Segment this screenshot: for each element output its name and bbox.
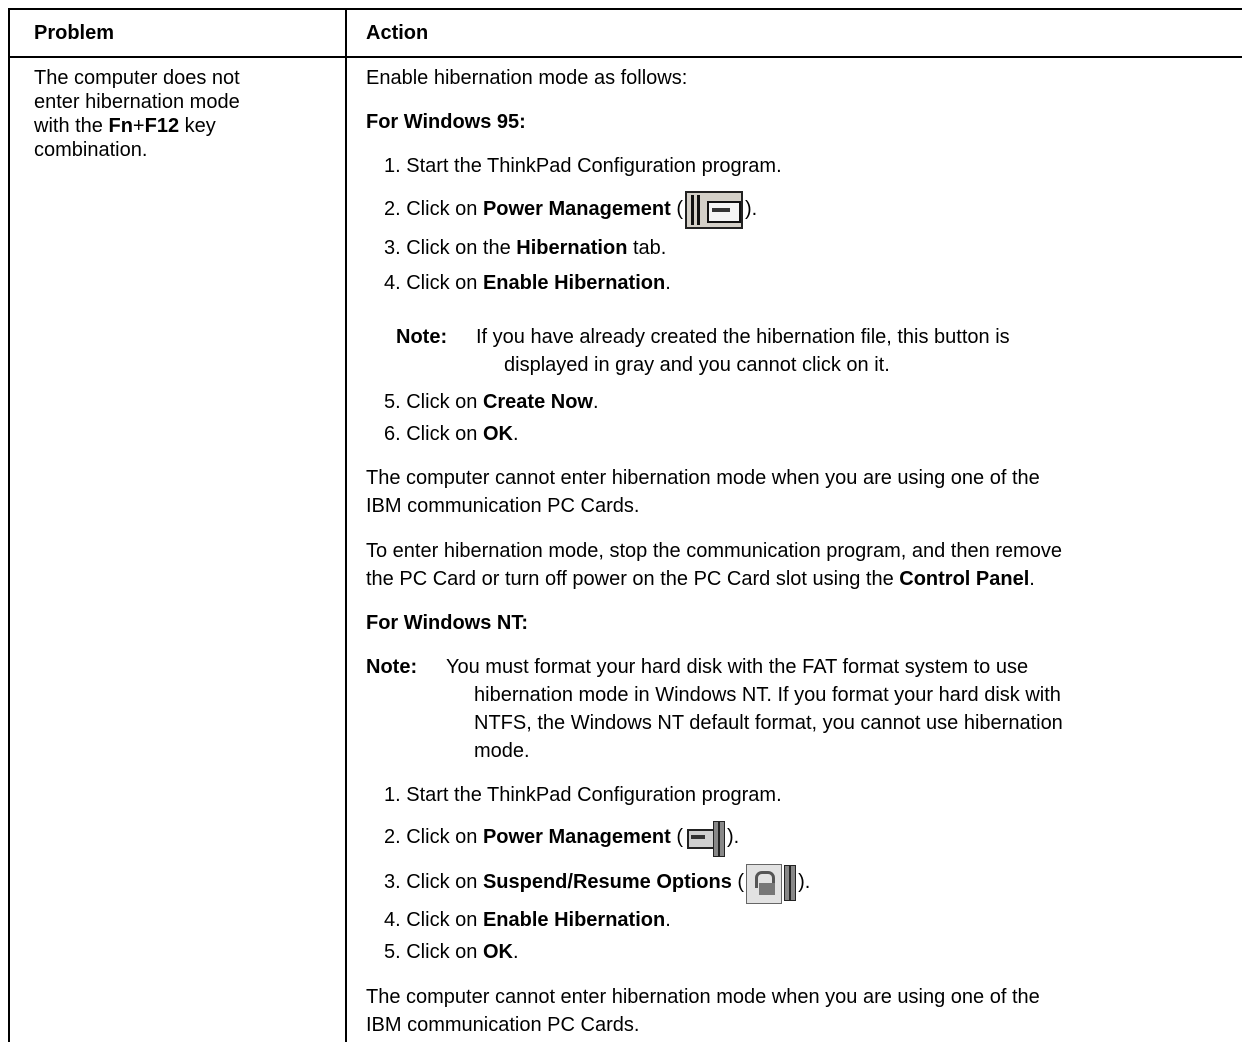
troubleshooting-table: Problem Action The computer does not ent… — [0, 0, 1242, 1042]
winnt-para-1-line-2: IBM communication PC Cards. — [366, 1014, 640, 1036]
problem-line-3: with the Fn+F12 key — [34, 115, 216, 137]
winnt-heading: For Windows NT: — [366, 612, 529, 634]
win95-note-line-2: displayed in gray and you cannot click o… — [504, 354, 890, 376]
winnt-note-line-1: You must format your hard disk with the … — [446, 656, 1029, 678]
winnt-note-line-3: NTFS, the Windows NT default format, you… — [474, 712, 1063, 734]
win95-step-1: 1. Start the ThinkPad Configuration prog… — [384, 155, 782, 177]
problem-column-header: Problem — [34, 22, 115, 44]
win95-step-2: 2. Click on Power Management (). — [384, 189, 757, 229]
win95-note-line-1: If you have already created the hibernat… — [476, 326, 1010, 348]
suspend-resume-icon — [746, 863, 797, 904]
winnt-step-5: 5. Click on OK. — [384, 941, 519, 963]
win95-step-4: 4. Click on Enable Hibernation. — [384, 272, 671, 294]
problem-description: The computer does not enter hibernation … — [34, 66, 334, 162]
win95-heading: For Windows 95: — [366, 111, 526, 133]
action-column-header: Action — [366, 22, 429, 44]
winnt-step-3: 3. Click on Suspend/Resume Options (). — [384, 862, 810, 904]
fn-key: Fn — [108, 115, 133, 137]
winnt-step-2: 2. Click on Power Management (). — [384, 817, 739, 857]
win95-para-1-line-1: The computer cannot enter hibernation mo… — [366, 467, 1040, 489]
problem-line-1: The computer does not — [34, 67, 240, 89]
win95-step-6: 6. Click on OK. — [384, 423, 519, 445]
win95-note-label: Note: — [396, 326, 448, 348]
win95-para-1-line-2: IBM communication PC Cards. — [366, 495, 640, 517]
win95-para-2-line-2: the PC Card or turn off power on the PC … — [366, 568, 1035, 590]
action-intro: Enable hibernation mode as follows: — [366, 67, 688, 89]
table-left-border — [8, 8, 10, 1042]
win95-step-5: 5. Click on Create Now. — [384, 391, 599, 413]
column-divider — [345, 8, 347, 1042]
winnt-note-line-4: mode. — [474, 740, 530, 762]
problem-line-4: combination. — [34, 139, 148, 161]
winnt-note-label: Note: — [366, 656, 418, 678]
power-management-icon — [685, 820, 725, 857]
problem-line-2: enter hibernation mode — [34, 91, 240, 113]
table-top-border — [8, 8, 1242, 10]
winnt-step-1: 1. Start the ThinkPad Configuration prog… — [384, 784, 782, 806]
win95-step-3: 3. Click on the Hibernation tab. — [384, 237, 667, 259]
win95-para-2-line-1: To enter hibernation mode, stop the comm… — [366, 540, 1062, 562]
power-management-icon — [684, 190, 743, 229]
winnt-note-line-2: hibernation mode in Windows NT. If you f… — [474, 684, 1061, 706]
f12-key: F12 — [144, 115, 180, 137]
winnt-para-1-line-1: The computer cannot enter hibernation mo… — [366, 986, 1040, 1008]
winnt-step-4: 4. Click on Enable Hibernation. — [384, 909, 671, 931]
header-bottom-border — [8, 56, 1242, 58]
